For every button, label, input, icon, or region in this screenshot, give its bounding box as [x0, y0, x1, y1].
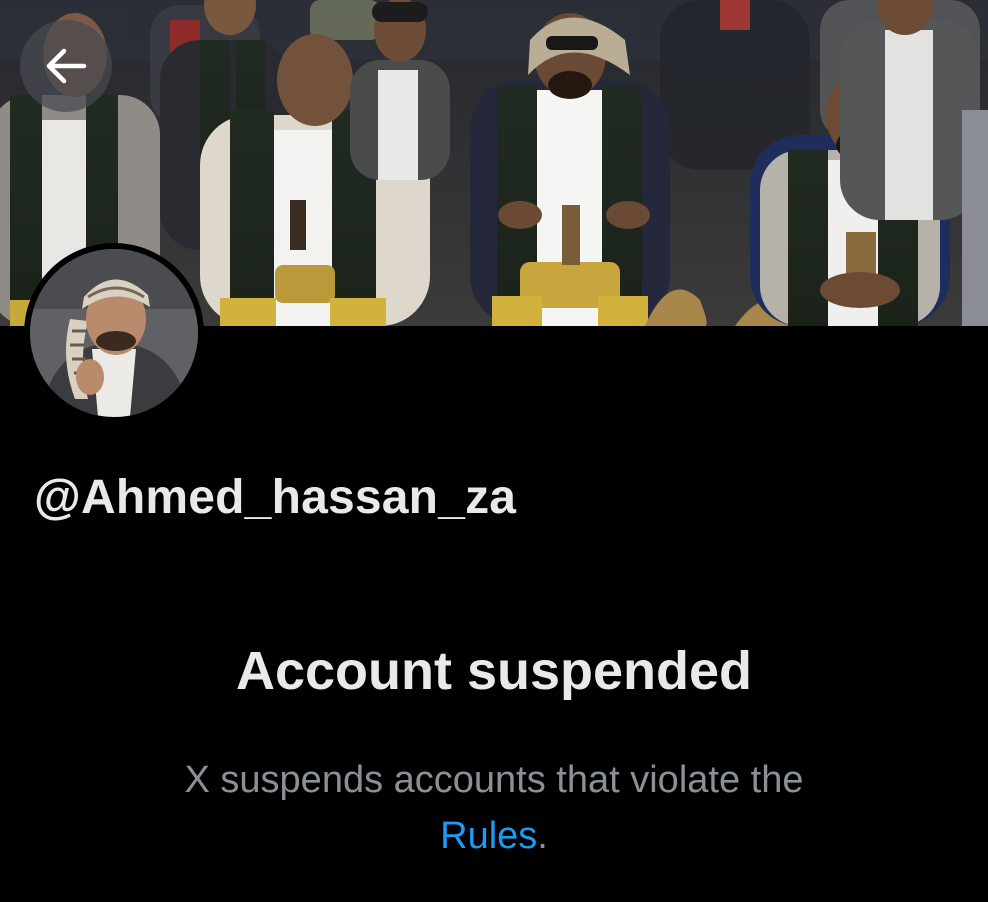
suspension-description-suffix: .: [537, 815, 548, 857]
suspension-description-text: X suspends accounts that violate the: [184, 759, 804, 801]
arrow-left-icon: [46, 48, 87, 84]
suspension-description: X suspends accounts that violate the Rul…: [0, 752, 988, 864]
avatar[interactable]: [24, 243, 204, 423]
avatar-photo: [30, 249, 198, 417]
profile-handle: @Ahmed_hassan_za: [34, 471, 517, 524]
suspension-title: Account suspended: [235, 641, 753, 701]
back-button[interactable]: [20, 20, 112, 112]
rules-link[interactable]: Rules: [440, 815, 537, 857]
